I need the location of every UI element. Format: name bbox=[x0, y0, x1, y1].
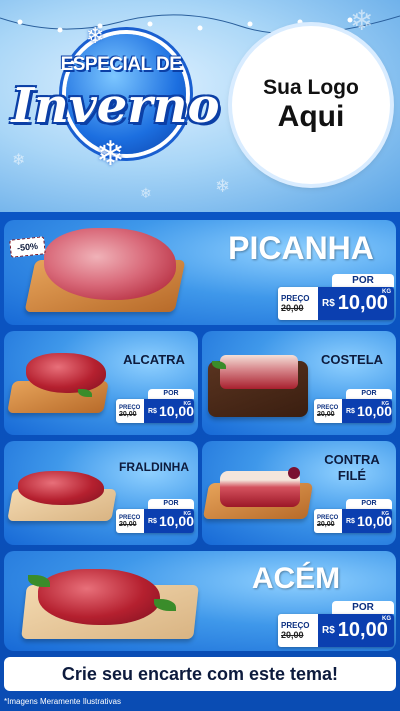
price-tag: POR PREÇO 20,00 R$ 10,00 KG bbox=[116, 499, 194, 533]
logo-placeholder: Sua Logo Aqui bbox=[232, 26, 390, 184]
currency: R$ bbox=[148, 407, 157, 415]
price-tag: POR PREÇO 20,00 R$ 10,00 KG bbox=[278, 274, 394, 320]
offer-card-fraldinha: FRALDINHA POR PREÇO 20,00 R$ 10,00 KG bbox=[4, 441, 198, 545]
old-price: 20,00 bbox=[317, 520, 335, 528]
picanha-image bbox=[44, 228, 176, 300]
logo-line2: Aqui bbox=[277, 100, 345, 133]
unit-label: KG bbox=[183, 511, 192, 517]
onion-garnish bbox=[288, 467, 300, 479]
acem-image bbox=[38, 569, 160, 625]
logo-line1: Sua Logo bbox=[263, 76, 359, 99]
header: ❄ ❄ ❄ ❄ ❄ ESPECIAL DE Inverno ❄ Sua Logo… bbox=[0, 0, 400, 212]
new-price: 10,00 bbox=[337, 292, 388, 314]
snowflake-icon: ❄ bbox=[350, 4, 374, 37]
currency: R$ bbox=[322, 625, 335, 636]
offer-card-alcatra: ALCATRA POR PREÇO 20,00 R$ 10,00 KG bbox=[4, 331, 198, 435]
disclaimer: *Imagens Meramente Ilustrativas bbox=[4, 697, 121, 706]
product-name-line1: CONTRA bbox=[324, 452, 380, 467]
old-price: 20,00 bbox=[119, 410, 137, 418]
product-name: ACÉM bbox=[251, 562, 341, 595]
preco-label: PREÇO bbox=[281, 621, 310, 630]
old-price: 20,00 bbox=[317, 410, 335, 418]
currency: R$ bbox=[148, 517, 157, 525]
emblem-subtitle: Inverno bbox=[11, 78, 220, 134]
unit-label: KG bbox=[382, 289, 391, 295]
por-label: POR bbox=[148, 389, 194, 399]
preco-label: PREÇO bbox=[281, 294, 310, 303]
offer-card-picanha: -50% PICANHA POR PREÇO 20,00 R$ 10,00 KG bbox=[4, 220, 396, 325]
snowflake-icon: ❄ bbox=[86, 24, 105, 49]
por-label: POR bbox=[332, 274, 394, 287]
price-tag: POR PREÇO 20,00 R$ 10,00 KG bbox=[314, 389, 392, 423]
price-tag: POR PREÇO 20,00 R$ 10,00 KG bbox=[116, 389, 194, 423]
price-tag: POR PREÇO 20,00 R$ 10,00 KG bbox=[278, 601, 394, 647]
offer-card-costela: COSTELA POR PREÇO 20,00 R$ 10,00 KG bbox=[202, 331, 396, 435]
snowflake-icon: ❄ bbox=[140, 186, 152, 202]
emblem-title: ESPECIAL DE bbox=[60, 54, 182, 75]
product-name: PICANHA bbox=[228, 230, 374, 266]
contra-file-image bbox=[220, 471, 300, 507]
product-name: FRALDINHA bbox=[119, 460, 189, 474]
product-name: ALCATRA bbox=[123, 352, 185, 367]
por-label: POR bbox=[346, 389, 392, 399]
old-price: 20,00 bbox=[281, 303, 304, 313]
por-label: POR bbox=[346, 499, 392, 509]
cta-banner[interactable]: Crie seu encarte com este tema! bbox=[4, 657, 396, 691]
alcatra-image bbox=[26, 353, 106, 393]
unit-label: KG bbox=[382, 616, 391, 622]
currency: R$ bbox=[346, 517, 355, 525]
por-label: POR bbox=[332, 601, 394, 614]
discount-badge: -50% bbox=[9, 236, 46, 258]
product-name: COSTELA bbox=[320, 352, 384, 367]
currency: R$ bbox=[322, 298, 335, 309]
offer-card-contra-file: CONTRA FILÉ POR PREÇO 20,00 R$ 10,00 KG bbox=[202, 441, 396, 545]
costela-image bbox=[220, 355, 298, 389]
currency: R$ bbox=[346, 407, 355, 415]
offer-card-acem: ACÉM POR PREÇO 20,00 R$ 10,00 KG bbox=[4, 551, 396, 651]
snowflake-icon: ❄ bbox=[96, 134, 125, 174]
por-label: POR bbox=[148, 499, 194, 509]
new-price: 10,00 bbox=[337, 619, 388, 641]
unit-label: KG bbox=[381, 401, 390, 407]
unit-label: KG bbox=[183, 401, 192, 407]
winter-special-emblem: ❄ ESPECIAL DE Inverno ❄ bbox=[8, 24, 220, 184]
flyer-page: ❄ ❄ ❄ ❄ ❄ ESPECIAL DE Inverno ❄ Sua Logo… bbox=[0, 0, 400, 711]
fraldinha-image bbox=[18, 471, 104, 505]
unit-label: KG bbox=[381, 511, 390, 517]
price-tag: POR PREÇO 20,00 R$ 10,00 KG bbox=[314, 499, 392, 533]
old-price: 20,00 bbox=[281, 630, 304, 640]
product-name-line2: FILÉ bbox=[337, 468, 367, 483]
old-price: 20,00 bbox=[119, 520, 137, 528]
